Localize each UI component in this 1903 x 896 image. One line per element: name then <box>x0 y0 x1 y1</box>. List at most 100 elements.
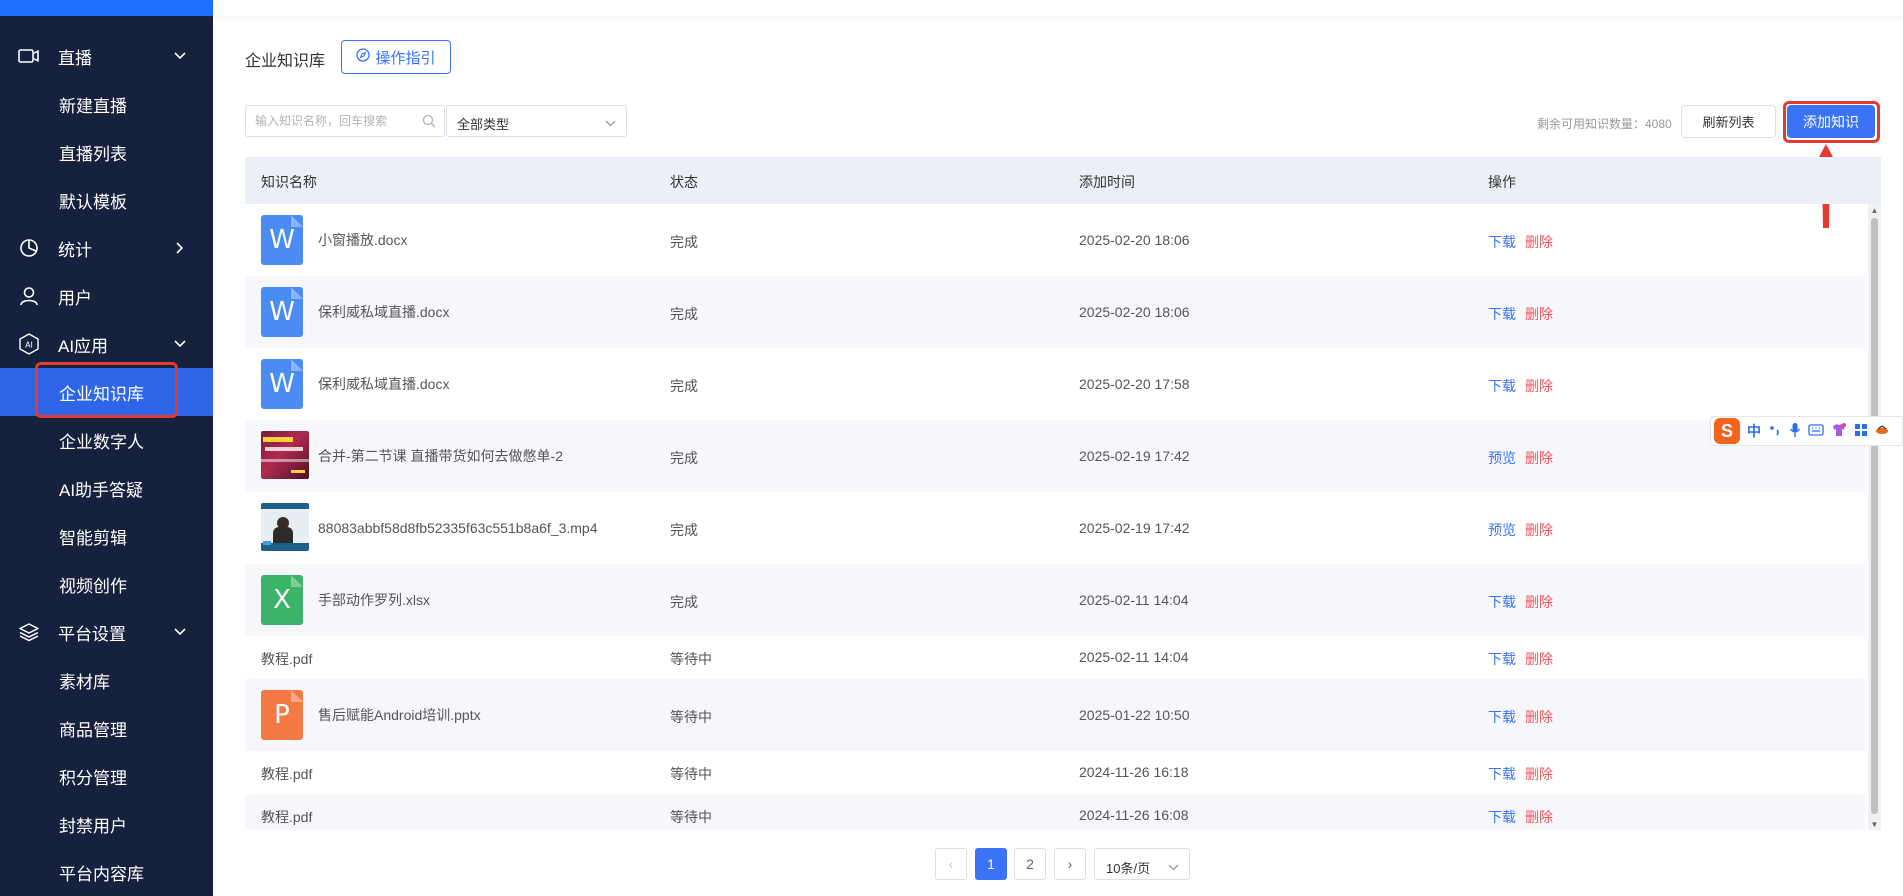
type-select-value: 全部类型 <box>457 117 510 132</box>
search-input[interactable] <box>246 106 416 136</box>
chevron-down-icon <box>173 625 187 639</box>
video-thumbnail-icon <box>261 431 309 481</box>
sidebar-item-stats[interactable]: 统计 <box>0 224 213 272</box>
status-text: 完成 <box>670 522 698 538</box>
keyboard-icon[interactable] <box>1808 423 1824 439</box>
download-link[interactable]: 下载 <box>1488 306 1516 322</box>
search-icon[interactable] <box>422 114 436 133</box>
type-select[interactable]: 全部类型 <box>446 105 627 137</box>
column-header-name: 知识名称 <box>261 174 317 190</box>
microphone-icon[interactable] <box>1789 422 1801 441</box>
sidebar-item-points[interactable]: 积分管理 <box>0 752 213 800</box>
status-text: 等待中 <box>670 766 712 782</box>
page-1-button[interactable]: 1 <box>975 848 1007 880</box>
ai-hexagon-icon: AI <box>18 333 40 355</box>
download-link[interactable]: 下载 <box>1488 766 1516 782</box>
name-cell: W 保利威私域直播.docx <box>261 359 449 409</box>
sidebar-item-ai-apps[interactable]: AI AI应用 <box>0 320 213 368</box>
time-text: 2024-11-26 16:18 <box>1079 764 1189 780</box>
name-cell: W 保利威私域直播.docx <box>261 287 449 337</box>
sidebar-item-label: AI助手答疑 <box>59 480 144 500</box>
punctuation-icon[interactable] <box>1768 423 1782 440</box>
skin-icon[interactable] <box>1831 422 1847 441</box>
toolbox-grid-icon[interactable] <box>1854 423 1868 440</box>
table-row: P 售后赋能Android培训.pptx 等待中 2025-01-22 10:5… <box>245 679 1865 751</box>
name-cell: 合并-第二节课 直播带货如何去做憋单-2 <box>261 431 563 481</box>
delete-link[interactable]: 删除 <box>1525 234 1553 250</box>
ime-more-icon[interactable] <box>1875 423 1889 440</box>
chevron-right-icon <box>173 241 187 255</box>
sidebar-item-ai-assistant[interactable]: AI助手答疑 <box>0 464 213 512</box>
download-link[interactable]: 下载 <box>1488 709 1516 725</box>
actions-cell: 下载 删除 <box>1488 304 1553 324</box>
next-page-button[interactable]: › <box>1054 848 1086 880</box>
time-text: 2025-01-22 10:50 <box>1079 707 1190 723</box>
actions-cell: 下载 删除 <box>1488 649 1553 669</box>
ime-language-toggle[interactable]: 中 <box>1747 421 1761 441</box>
preview-link[interactable]: 预览 <box>1488 522 1516 538</box>
sidebar-item-content-library[interactable]: 平台内容库 <box>0 848 213 896</box>
page-size-select[interactable]: 10条/页 <box>1094 848 1190 880</box>
delete-link[interactable]: 删除 <box>1525 594 1553 610</box>
sidebar-item-banned-users[interactable]: 封禁用户 <box>0 800 213 848</box>
actions-cell: 下载 删除 <box>1488 592 1553 612</box>
delete-link[interactable]: 删除 <box>1525 450 1553 466</box>
sidebar-top-accent <box>0 0 213 16</box>
sidebar-item-live[interactable]: 直播 <box>0 32 213 80</box>
status-text: 完成 <box>670 234 698 250</box>
preview-link[interactable]: 预览 <box>1488 450 1516 466</box>
download-link[interactable]: 下载 <box>1488 809 1516 825</box>
download-link[interactable]: 下载 <box>1488 651 1516 667</box>
sidebar-item-label: 积分管理 <box>59 768 127 788</box>
delete-link[interactable]: 删除 <box>1525 766 1553 782</box>
sogou-logo-icon[interactable]: S <box>1714 418 1740 444</box>
search-field[interactable] <box>245 105 445 137</box>
refresh-list-button[interactable]: 刷新列表 <box>1681 105 1776 138</box>
sidebar-item-label: 用户 <box>58 288 92 308</box>
chevron-down-icon <box>1168 859 1179 874</box>
download-link[interactable]: 下载 <box>1488 234 1516 250</box>
guide-button[interactable]: 操作指引 <box>341 40 451 74</box>
remaining-count: 剩余可用知识数量：4080 <box>1537 117 1672 131</box>
delete-link[interactable]: 删除 <box>1525 522 1553 538</box>
actions-cell: 下载 删除 <box>1488 764 1553 784</box>
file-name: 小窗播放.docx <box>318 232 408 248</box>
prev-page-button[interactable]: ‹ <box>935 848 967 880</box>
sidebar-item-live-list[interactable]: 直播列表 <box>0 128 213 176</box>
time-text: 2025-02-20 17:58 <box>1079 376 1190 392</box>
file-name: 88083abbf58d8fb52335f63c551b8a6f_3.mp4 <box>318 520 598 536</box>
sidebar-item-smart-editing[interactable]: 智能剪辑 <box>0 512 213 560</box>
sidebar-item-material-library[interactable]: 素材库 <box>0 656 213 704</box>
download-link[interactable]: 下载 <box>1488 594 1516 610</box>
ime-toolbar[interactable]: S 中 <box>1710 416 1903 446</box>
scrollbar-thumb[interactable] <box>1871 218 1878 814</box>
delete-link[interactable]: 删除 <box>1525 378 1553 394</box>
add-knowledge-button[interactable]: 添加知识 <box>1787 105 1875 138</box>
sidebar-item-knowledge-base[interactable]: 企业知识库 <box>0 368 213 416</box>
sidebar-item-video-creation[interactable]: 视频创作 <box>0 560 213 608</box>
download-link[interactable]: 下载 <box>1488 378 1516 394</box>
sidebar-item-default-template[interactable]: 默认模板 <box>0 176 213 224</box>
delete-link[interactable]: 删除 <box>1525 809 1553 825</box>
user-icon <box>18 285 40 307</box>
sidebar-item-users[interactable]: 用户 <box>0 272 213 320</box>
page-2-button[interactable]: 2 <box>1014 848 1046 880</box>
scroll-up-icon[interactable]: ▲ <box>1871 206 1879 215</box>
table-row: W 保利威私域直播.docx 完成 2025-02-20 17:58 下载 删除 <box>245 348 1865 420</box>
excel-file-icon: X <box>261 575 306 625</box>
sidebar-item-label: 平台内容库 <box>59 864 144 884</box>
time-text: 2025-02-20 18:06 <box>1079 232 1190 248</box>
delete-link[interactable]: 删除 <box>1525 709 1553 725</box>
sidebar-item-digital-human[interactable]: 企业数字人 <box>0 416 213 464</box>
pie-chart-icon <box>18 237 40 259</box>
actions-cell: 下载 删除 <box>1488 807 1553 827</box>
layers-icon <box>18 621 40 643</box>
sidebar-item-products[interactable]: 商品管理 <box>0 704 213 752</box>
delete-link[interactable]: 删除 <box>1525 306 1553 322</box>
time-text: 2025-02-19 17:42 <box>1079 520 1190 536</box>
sidebar-item-platform-settings[interactable]: 平台设置 <box>0 608 213 656</box>
delete-link[interactable]: 删除 <box>1525 651 1553 667</box>
table-scrollbar[interactable]: ▲ ▼ <box>1868 204 1881 830</box>
sidebar-item-new-live[interactable]: 新建直播 <box>0 80 213 128</box>
scroll-down-icon[interactable]: ▼ <box>1871 820 1879 829</box>
